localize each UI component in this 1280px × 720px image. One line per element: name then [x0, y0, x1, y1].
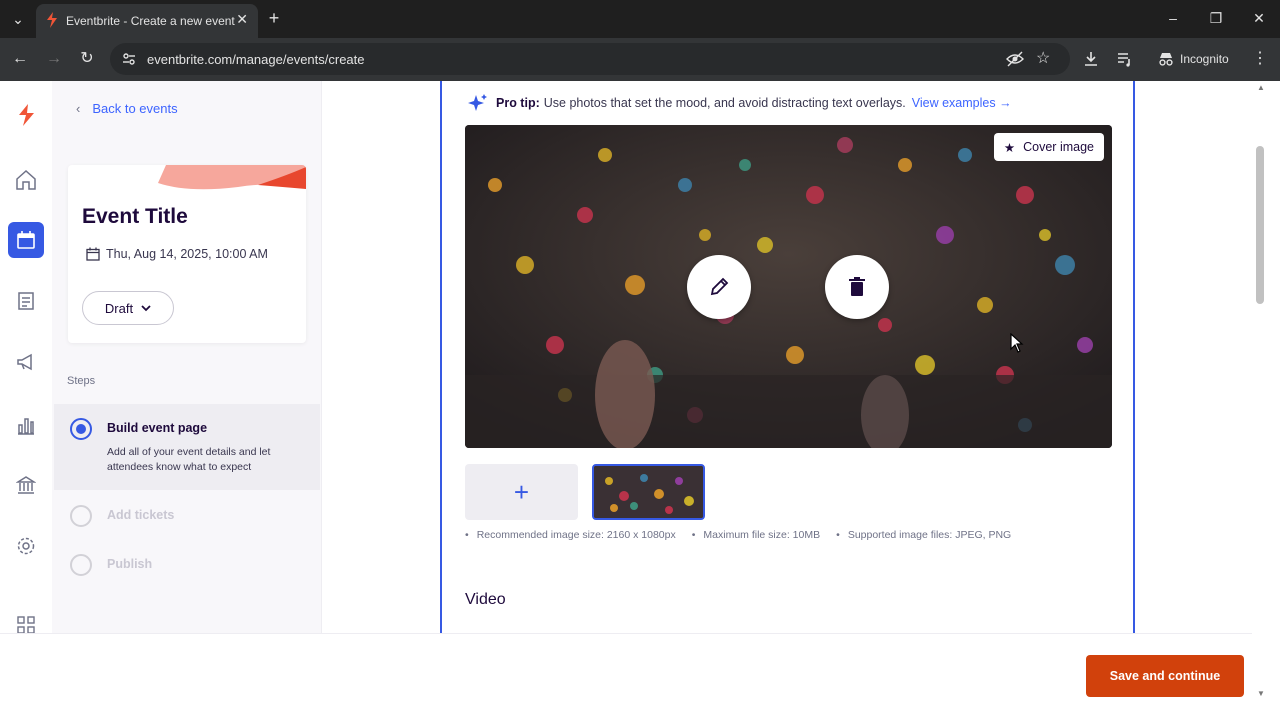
view-examples-link[interactable]: View examples → [912, 96, 1012, 110]
image-requirements: Recommended image size: 2160 x 1080px Ma… [465, 529, 1012, 541]
delete-image-button[interactable] [825, 255, 889, 319]
address-bar[interactable]: eventbrite.com/manage/events/create ☆ [110, 43, 1070, 75]
event-title: Event Title [82, 205, 188, 228]
eye-slash-icon[interactable] [1006, 51, 1024, 67]
event-summary-card: Event Title Thu, Aug 14, 2025, 10:00 AM … [68, 165, 306, 343]
bar-chart-icon[interactable] [8, 407, 44, 443]
cover-image-label: Cover image [1023, 140, 1094, 154]
calendar-icon[interactable] [8, 222, 44, 258]
left-nav-rail [0, 81, 52, 634]
calendar-small-icon [86, 247, 100, 261]
back-arrow-icon[interactable]: ← [10, 49, 30, 69]
footer-bar: Save and continue [0, 633, 1252, 720]
add-image-button[interactable]: + [465, 464, 578, 520]
balloon-party-photo [465, 125, 1112, 448]
bank-icon[interactable] [8, 467, 44, 503]
reload-icon[interactable]: ↻ [77, 49, 97, 69]
trash-icon [849, 277, 865, 296]
orders-list-icon[interactable] [8, 283, 44, 319]
restore-icon[interactable]: ❐ [1206, 8, 1226, 28]
forward-arrow-icon[interactable]: → [44, 49, 64, 69]
step-description: Add all of your event details and let at… [107, 446, 271, 473]
thumbnail-photo [594, 466, 703, 518]
scroll-down-icon[interactable]: ▼ [1257, 689, 1265, 698]
step-radio-inactive [70, 554, 92, 576]
tab-search-chevron-icon[interactable]: ⌄ [8, 9, 28, 29]
incognito-label: Incognito [1180, 52, 1229, 66]
step-build-event-page[interactable]: Build event page Add all of your event d… [54, 404, 320, 490]
save-and-continue-button[interactable]: Save and continue [1086, 655, 1244, 697]
status-dropdown[interactable]: Draft [82, 291, 174, 325]
window-close-icon[interactable]: ✕ [1249, 8, 1269, 28]
bookmark-star-icon[interactable]: ☆ [1036, 48, 1050, 68]
spec-item: Supported image files: JPEG, PNG [836, 529, 1011, 541]
card-decoration [158, 165, 306, 190]
steps-heading: Steps [67, 375, 96, 387]
spec-item: Maximum file size: 10MB [692, 529, 820, 541]
star-icon: ★ [1003, 140, 1016, 155]
step-title: Add tickets [107, 508, 175, 522]
plus-icon: + [513, 476, 530, 507]
browser-tab-bar: ⌄ Eventbrite - Create a new event ✕ + – … [0, 0, 1280, 38]
cover-image[interactable]: ★ Cover image [465, 125, 1112, 448]
tab-close-icon[interactable]: ✕ [236, 11, 248, 28]
browser-toolbar: ← → ↻ eventbrite.com/manage/events/creat… [0, 38, 1280, 81]
scroll-up-icon[interactable]: ▲ [1257, 83, 1265, 92]
event-image-section: Pro tip: Use photos that set the mood, a… [440, 81, 1135, 633]
pencil-icon [710, 277, 729, 296]
eventbrite-favicon-icon [47, 12, 57, 28]
chevron-down-icon [141, 304, 151, 311]
gear-icon[interactable] [8, 528, 44, 564]
pro-tip: Pro tip: Use photos that set the mood, a… [467, 93, 1012, 113]
minimize-icon[interactable]: – [1163, 8, 1183, 28]
new-tab-icon[interactable]: + [264, 8, 284, 28]
event-date: Thu, Aug 14, 2025, 10:00 AM [86, 247, 268, 261]
cover-image-badge: ★ Cover image [993, 133, 1104, 161]
incognito-indicator[interactable]: Incognito [1152, 44, 1239, 74]
image-thumbnail-selected[interactable] [592, 464, 705, 520]
back-to-events-link[interactable]: ‹ Back to events [76, 101, 178, 116]
sparkle-icon [468, 94, 487, 111]
download-icon[interactable] [1083, 51, 1099, 67]
eventbrite-logo-icon[interactable] [8, 97, 44, 133]
site-settings-icon[interactable] [122, 52, 136, 66]
tab-title: Eventbrite - Create a new event [66, 14, 235, 28]
step-radio-inactive [70, 505, 92, 527]
video-heading: Video [465, 591, 506, 608]
scrollbar-thumb[interactable] [1256, 146, 1264, 304]
step-title: Build event page [107, 421, 208, 435]
status-label: Draft [104, 300, 134, 316]
megaphone-icon[interactable] [8, 344, 44, 380]
step-radio-active [70, 418, 92, 440]
home-icon[interactable] [8, 162, 44, 198]
url-text: eventbrite.com/manage/events/create [147, 52, 365, 67]
event-date-text: Thu, Aug 14, 2025, 10:00 AM [106, 247, 268, 261]
event-side-panel: ‹ Back to events Event Title Thu, Aug 14,… [52, 81, 322, 633]
chevron-left-icon: ‹ [76, 101, 81, 116]
spec-item: Recommended image size: 2160 x 1080px [465, 529, 676, 541]
pro-tip-text: Use photos that set the mood, and avoid … [543, 96, 906, 110]
media-controls-icon[interactable] [1117, 51, 1133, 67]
browser-tab[interactable]: Eventbrite - Create a new event ✕ [36, 4, 258, 38]
kebab-menu-icon[interactable]: ⋮ [1250, 49, 1270, 69]
edit-image-button[interactable] [687, 255, 751, 319]
back-to-events-label: Back to events [92, 101, 178, 116]
incognito-icon [1159, 53, 1173, 66]
pro-tip-label: Pro tip: [496, 96, 540, 110]
mouse-cursor-icon [1010, 333, 1024, 353]
step-title: Publish [107, 557, 153, 571]
